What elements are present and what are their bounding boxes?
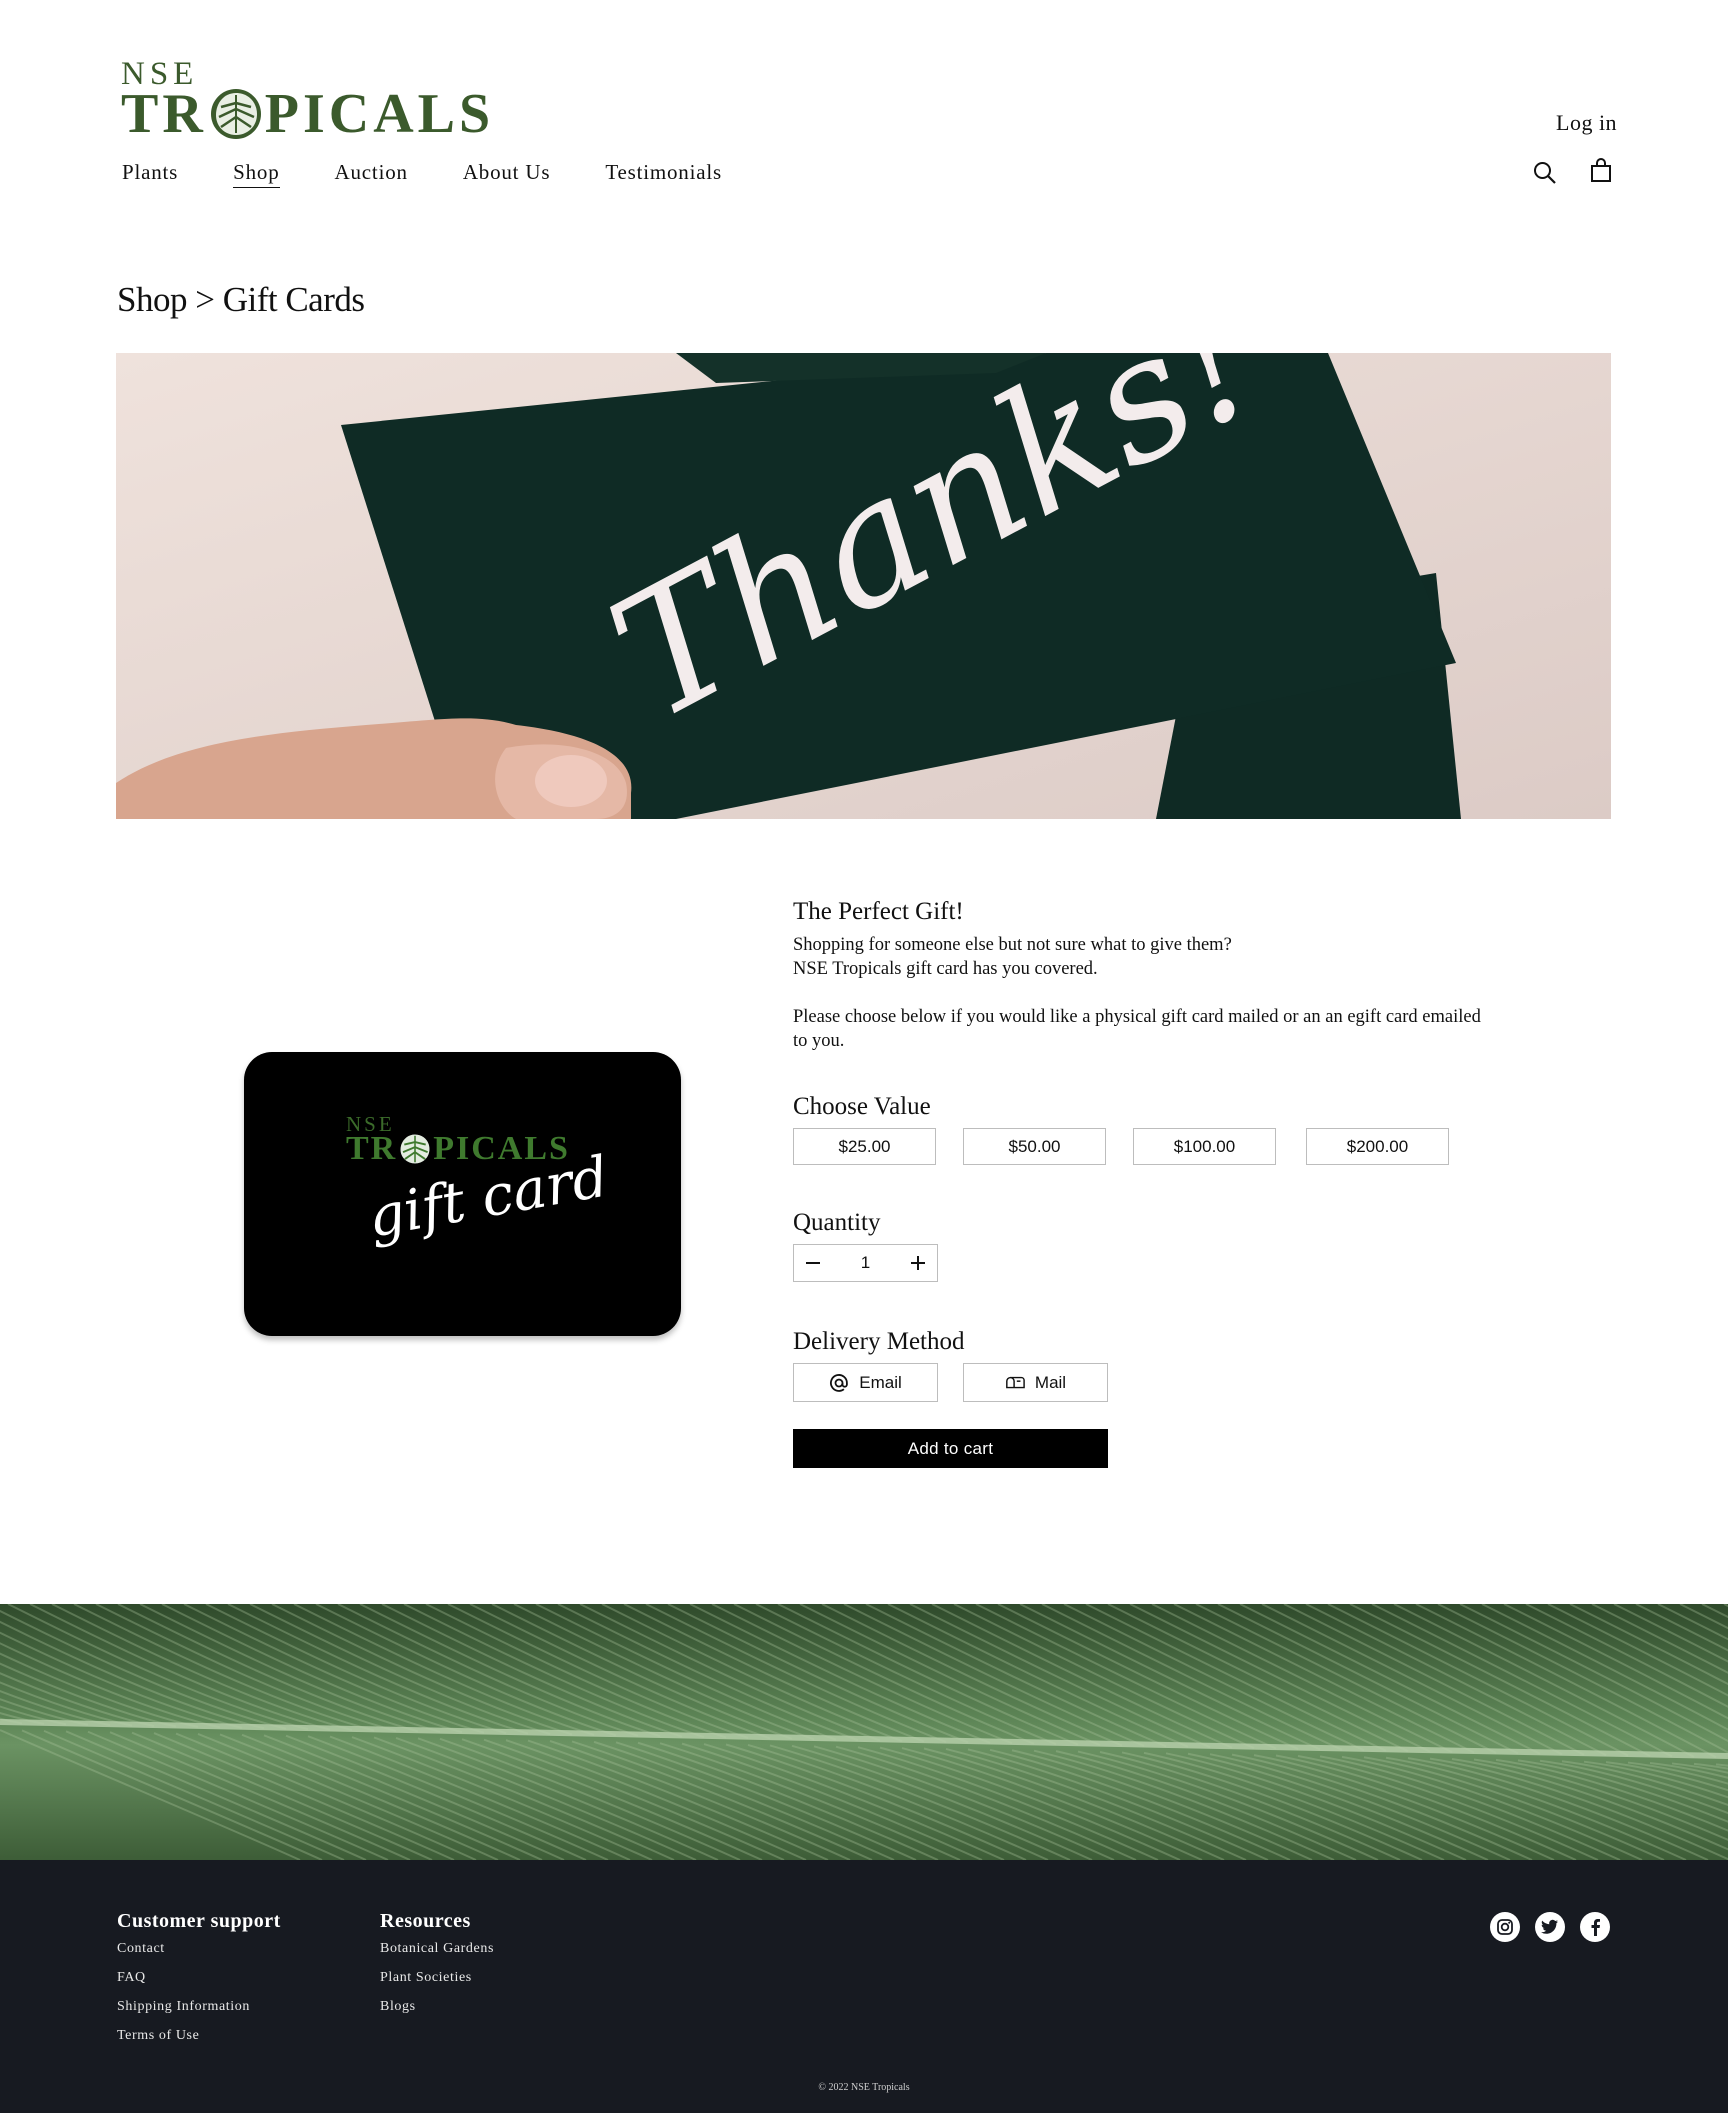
footer-link-terms[interactable]: Terms of Use (117, 2028, 281, 2044)
footer-col-title: Resources (380, 1910, 471, 1932)
site-logo[interactable]: NSE TR PICALS (121, 58, 490, 143)
footer-link-blogs[interactable]: Blogs (380, 1999, 494, 2015)
choose-value-heading: Choose Value (793, 1093, 931, 1120)
value-option-50[interactable]: $50.00 (963, 1128, 1106, 1165)
footer-link-shipping[interactable]: Shipping Information (117, 1999, 281, 2015)
monstera-leaf-icon (209, 87, 263, 141)
description-line: Please choose below if you would like a … (793, 1007, 1481, 1051)
gift-card-image: NSE TR PICALS gift card (244, 1052, 681, 1336)
plus-icon (911, 1256, 925, 1270)
add-to-cart-button[interactable]: Add to cart (793, 1429, 1108, 1468)
main-nav: Plants Shop Auction About Us Testimonial… (122, 160, 777, 188)
hero-banner-image: Thanks! (116, 353, 1611, 819)
instagram-icon[interactable] (1490, 1912, 1520, 1942)
monstera-leaf-icon (398, 1132, 432, 1166)
nav-item-auction[interactable]: Auction (335, 160, 408, 188)
value-option-200[interactable]: $200.00 (1306, 1128, 1449, 1165)
logo-tropicals-text: TR PICALS (121, 83, 495, 145)
nav-item-shop[interactable]: Shop (233, 160, 280, 188)
description-line: Shopping for someone else but not sure w… (793, 935, 1232, 955)
nav-item-testimonials[interactable]: Testimonials (605, 160, 722, 188)
quantity-heading: Quantity (793, 1209, 881, 1236)
breadcrumb: Shop > Gift Cards (117, 280, 365, 319)
twitter-icon[interactable] (1535, 1912, 1565, 1942)
footer-customer-support: Customer support Contact FAQ Shipping In… (117, 1910, 281, 2057)
nav-item-about-us[interactable]: About Us (463, 160, 551, 188)
delivery-method-heading: Delivery Method (793, 1328, 965, 1355)
product-description: Shopping for someone else but not sure w… (793, 933, 1483, 1053)
login-link[interactable]: Log in (1556, 110, 1617, 136)
footer-resources: Resources Botanical Gardens Plant Societ… (380, 1910, 494, 2028)
site-footer: Customer support Contact FAQ Shipping In… (0, 1860, 1728, 2113)
delivery-email-label: Email (859, 1372, 902, 1392)
quantity-value[interactable]: 1 (861, 1253, 870, 1273)
footer-link-botanical-gardens[interactable]: Botanical Gardens (380, 1941, 494, 1957)
shopping-bag-icon[interactable] (1589, 158, 1615, 184)
nav-item-plants[interactable]: Plants (122, 160, 178, 188)
value-option-25[interactable]: $25.00 (793, 1128, 936, 1165)
product-heading: The Perfect Gift! (793, 898, 964, 925)
at-sign-icon (829, 1373, 849, 1393)
delivery-mail-label: Mail (1034, 1372, 1067, 1392)
description-line: NSE Tropicals gift card has you covered. (793, 959, 1098, 979)
quantity-increase-button[interactable] (899, 1245, 937, 1281)
leaf-banner-image (0, 1604, 1728, 1860)
quantity-stepper: 1 (793, 1244, 938, 1282)
delivery-mail-button[interactable]: Mail (963, 1363, 1108, 1402)
mailbox-icon (1005, 1373, 1025, 1393)
delivery-email-button[interactable]: Email (793, 1363, 938, 1402)
search-icon[interactable] (1532, 160, 1558, 186)
facebook-icon[interactable] (1580, 1912, 1610, 1942)
minus-icon (806, 1262, 820, 1264)
footer-col-title: Customer support (117, 1910, 281, 1932)
quantity-decrease-button[interactable] (794, 1245, 832, 1281)
footer-link-plant-societies[interactable]: Plant Societies (380, 1970, 494, 1986)
value-option-100[interactable]: $100.00 (1133, 1128, 1276, 1165)
copyright-text: © 2022 NSE Tropicals (818, 2082, 910, 2093)
footer-link-contact[interactable]: Contact (117, 1941, 281, 1957)
footer-link-faq[interactable]: FAQ (117, 1970, 281, 1986)
